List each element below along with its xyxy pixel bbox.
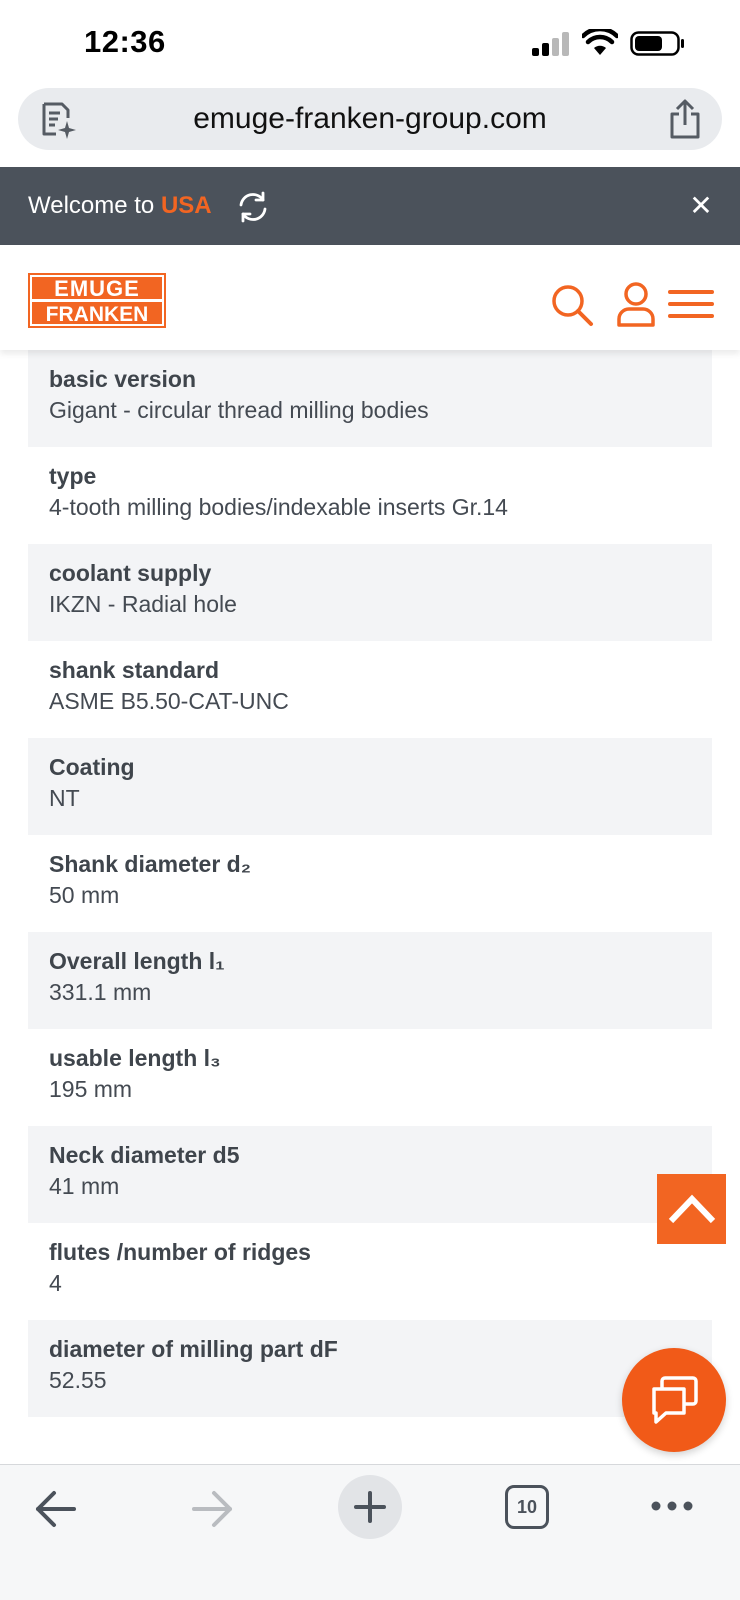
menu-icon[interactable] — [668, 289, 714, 319]
address-bar[interactable]: emuge-franken-group.com — [18, 88, 722, 150]
spec-label: shank standard — [49, 657, 219, 683]
spec-value: Gigant - circular thread milling bodies — [49, 397, 429, 423]
status-bar: 12:36 — [0, 0, 740, 88]
url-text[interactable]: emuge-franken-group.com — [18, 88, 722, 150]
battery-icon — [630, 31, 684, 56]
share-icon[interactable] — [666, 98, 704, 140]
spec-label: Coating — [49, 754, 135, 780]
arrow-left-icon[interactable] — [34, 1489, 78, 1529]
logo-line2: FRANKEN — [46, 303, 149, 326]
spec-value: IKZN - Radial hole — [49, 591, 237, 617]
spec-row-coating: Coating NT — [28, 738, 712, 835]
emuge-franken-logo[interactable]: EMUGE FRANKEN — [28, 273, 166, 328]
spec-value: 41 mm — [49, 1173, 120, 1199]
spec-row-flutes: flutes /number of ridges 4 — [28, 1223, 712, 1320]
spec-value: 4-tooth milling bodies/indexable inserts… — [49, 494, 508, 520]
spec-value: 331.1 mm — [49, 979, 152, 1005]
spec-row-overall-length: Overall length l₁ 331.1 mm — [28, 932, 712, 1029]
country-link[interactable]: USA — [161, 192, 212, 219]
spec-row-usable-length: usable length l₃ 195 mm — [28, 1029, 712, 1126]
spec-label: type — [49, 463, 97, 489]
spec-value: 50 mm — [49, 882, 120, 908]
site-header: EMUGE FRANKEN — [0, 245, 740, 350]
user-icon[interactable] — [616, 281, 656, 327]
plus-icon — [354, 1491, 386, 1523]
refresh-icon[interactable] — [236, 190, 270, 224]
close-icon[interactable]: ✕ — [688, 191, 714, 221]
spec-label: flutes /number of ridges — [49, 1239, 311, 1265]
status-time: 12:36 — [84, 24, 166, 59]
product-spec-list: basic version Gigant - circular thread m… — [28, 350, 712, 1417]
spec-label: Shank diameter d₂ — [49, 851, 251, 877]
tabs-button[interactable]: 10 — [505, 1485, 549, 1529]
arrow-right-icon[interactable] — [190, 1489, 234, 1529]
spec-row-shank-diameter: Shank diameter d₂ 50 mm — [28, 835, 712, 932]
logo-line1: EMUGE — [54, 276, 140, 301]
welcome-text: Welcome to USA — [28, 167, 212, 245]
spec-row-type: type 4-tooth milling bodies/indexable in… — [28, 447, 712, 544]
spec-value: 4 — [49, 1270, 62, 1296]
spec-label: Neck diameter d5 — [49, 1142, 240, 1168]
chat-icon — [652, 1376, 698, 1424]
spec-row-coolant-supply: coolant supply IKZN - Radial hole — [28, 544, 712, 641]
more-icon[interactable] — [650, 1491, 694, 1521]
spec-label: diameter of milling part dF — [49, 1336, 338, 1362]
spec-value: 195 mm — [49, 1076, 133, 1102]
welcome-label: Welcome to — [28, 192, 155, 219]
spec-label: basic version — [49, 366, 197, 392]
spec-value: 52.55 — [49, 1367, 107, 1393]
welcome-banner: Welcome to USA ✕ — [0, 167, 740, 245]
chevron-up-icon — [668, 1194, 716, 1224]
spec-label: usable length l₃ — [49, 1045, 221, 1071]
browser-toolbar: 10 — [0, 1464, 740, 1600]
scroll-to-top-button[interactable] — [657, 1174, 726, 1244]
cellular-signal-icon — [532, 32, 569, 56]
wifi-icon — [582, 29, 618, 55]
spec-value: NT — [49, 785, 80, 811]
tab-count: 10 — [516, 1497, 538, 1517]
spec-value: ASME B5.50-CAT-UNC — [49, 688, 289, 714]
spec-row-basic-version: basic version Gigant - circular thread m… — [28, 350, 712, 447]
new-tab-button[interactable] — [338, 1475, 402, 1539]
spec-row-neck-diameter: Neck diameter d5 41 mm — [28, 1126, 712, 1223]
spec-row-milling-diameter: diameter of milling part dF 52.55 — [28, 1320, 712, 1417]
chat-button[interactable] — [622, 1348, 726, 1452]
spec-label: coolant supply — [49, 560, 212, 586]
spec-row-shank-standard: shank standard ASME B5.50-CAT-UNC — [28, 641, 712, 738]
spec-label: Overall length l₁ — [49, 948, 225, 974]
search-icon[interactable] — [550, 283, 594, 327]
